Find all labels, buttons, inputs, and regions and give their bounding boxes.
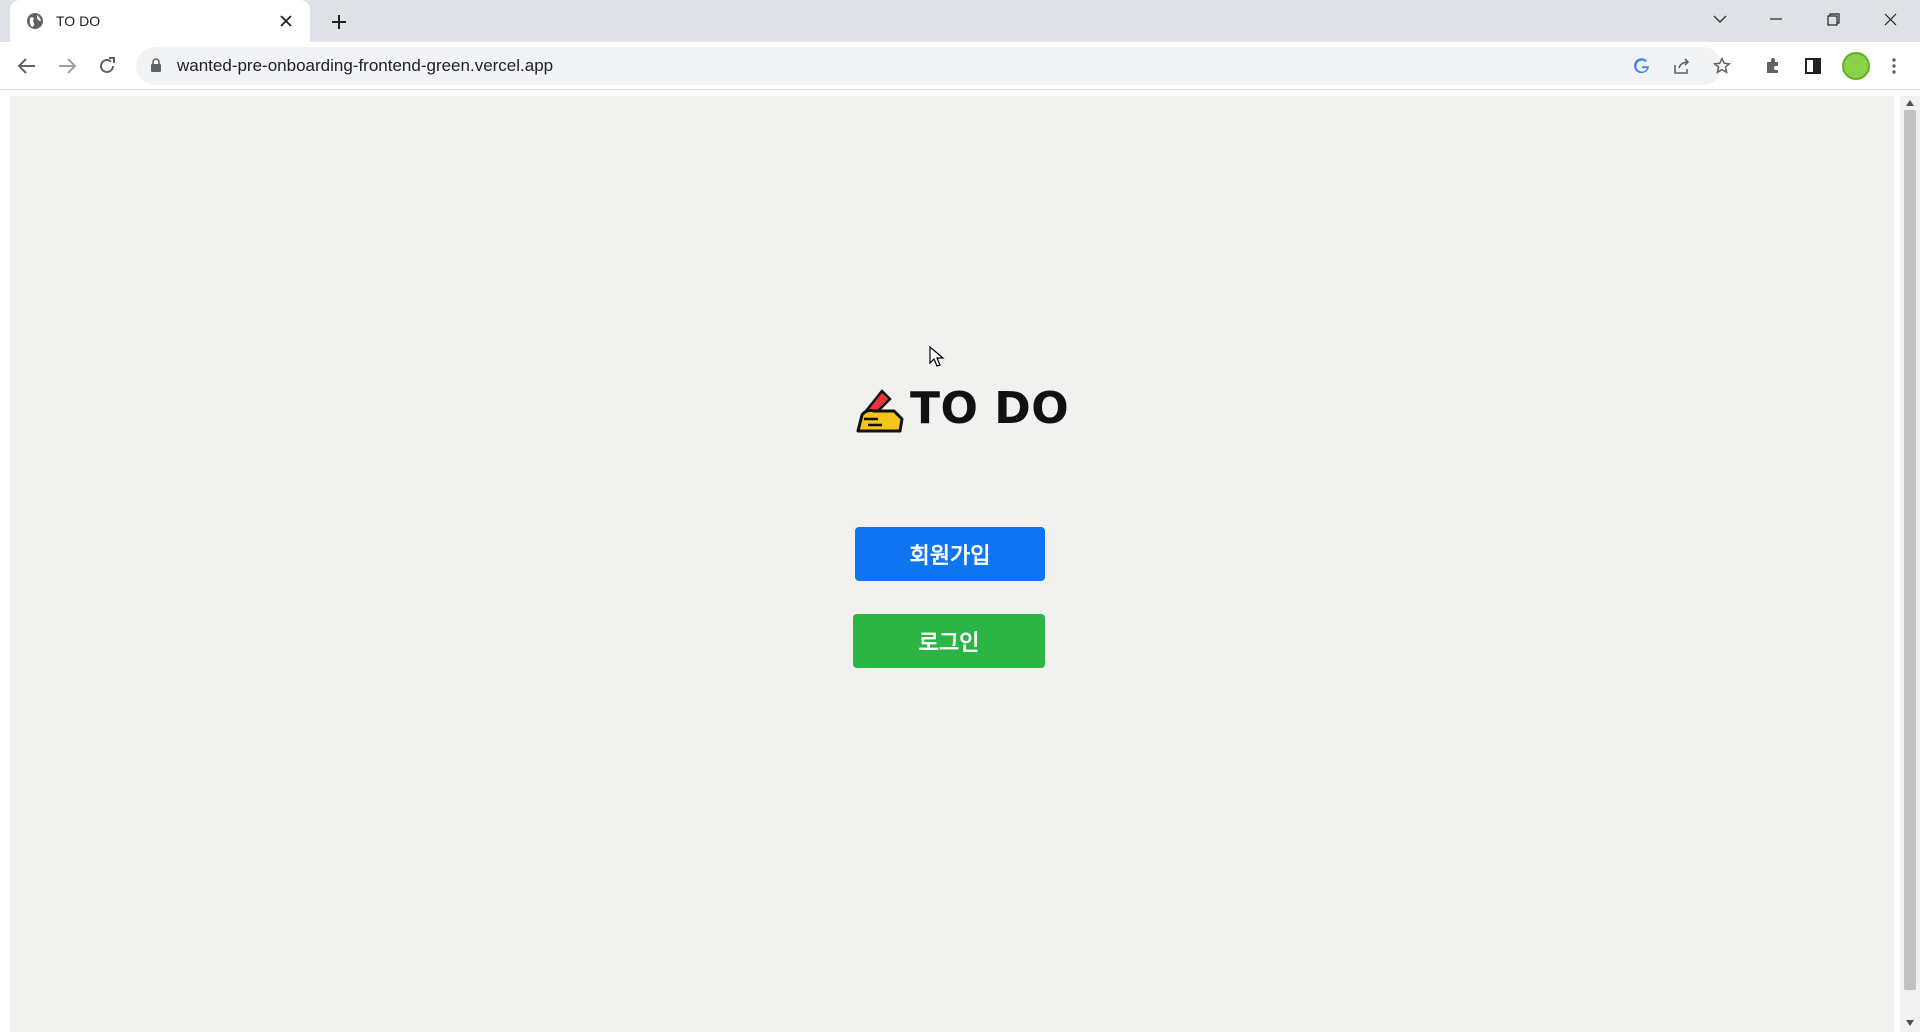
address-bar[interactable]: wanted-pre-onboarding-frontend-green.ver… [136, 47, 1722, 85]
globe-icon [26, 12, 44, 30]
app-logo: TO DO [852, 380, 1069, 436]
close-icon[interactable] [276, 11, 296, 31]
new-tab-button[interactable] [326, 9, 352, 35]
scroll-down-icon[interactable] [1905, 1018, 1915, 1028]
google-icon[interactable] [1628, 52, 1656, 80]
restore-button[interactable] [1805, 0, 1861, 38]
browser-window: TO DO wanted-pre-onboarding-frontend-gre… [0, 0, 1920, 1032]
more-menu-icon[interactable] [1880, 52, 1908, 80]
writing-hand-icon [852, 381, 906, 435]
login-button[interactable]: 로그인 [853, 614, 1045, 668]
scrollbar-thumb[interactable] [1904, 110, 1916, 990]
minimize-button[interactable] [1748, 0, 1804, 38]
browser-toolbar: wanted-pre-onboarding-frontend-green.ver… [0, 42, 1920, 90]
bookmark-star-icon[interactable] [1708, 52, 1736, 80]
profile-avatar[interactable] [1842, 52, 1870, 80]
tab-title: TO DO [56, 13, 101, 29]
back-button[interactable] [13, 52, 41, 80]
reload-button[interactable] [93, 52, 121, 80]
forward-button[interactable] [53, 52, 81, 80]
share-icon[interactable] [1668, 52, 1696, 80]
lock-icon[interactable] [150, 58, 164, 74]
url-text: wanted-pre-onboarding-frontend-green.ver… [177, 56, 554, 75]
close-window-button[interactable] [1862, 0, 1918, 38]
tab-todo[interactable]: TO DO [10, 0, 310, 42]
extensions-puzzle-icon[interactable] [1759, 52, 1787, 80]
tab-search-button[interactable] [1692, 0, 1748, 38]
vertical-scrollbar[interactable] [1900, 96, 1920, 1032]
tab-strip: TO DO [0, 0, 1920, 42]
side-panel-icon[interactable] [1799, 52, 1827, 80]
signup-button[interactable]: 회원가입 [855, 527, 1045, 581]
page-title: TO DO [910, 382, 1070, 434]
mouse-cursor-icon [929, 346, 945, 367]
scroll-up-icon[interactable] [1905, 98, 1915, 108]
